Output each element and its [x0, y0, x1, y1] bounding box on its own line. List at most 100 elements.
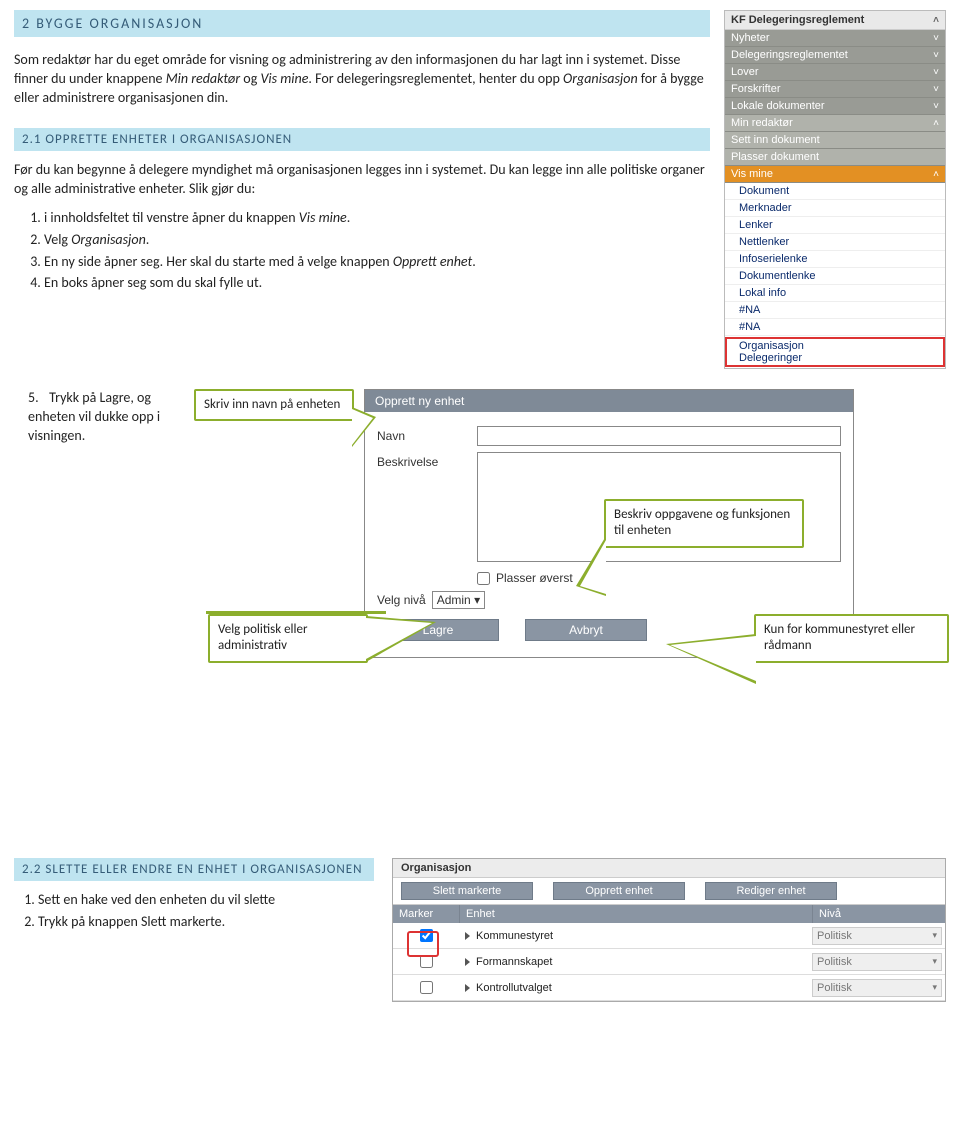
p1b: og [240, 70, 260, 87]
step-4a: En boks åpner seg som du skal fylle ut. [44, 274, 262, 291]
section-21-paragraph: Før du kan begynne å delegere myndighet … [14, 161, 710, 199]
sidebar-label: Lover [731, 66, 759, 78]
sidebar-label: Plasser dokument [731, 151, 819, 163]
sidebar-item-plasser-dokument[interactable]: Plasser dokument [725, 149, 945, 166]
section-21-title: 2.1 OPPRETTE ENHETER I ORGANISASJONEN [14, 128, 710, 151]
callout-text: Velg politisk eller administrativ [218, 622, 308, 653]
sidebar-label: Lokale dokumenter [731, 100, 825, 112]
sidebar-sub-merknader[interactable]: Merknader [725, 200, 945, 217]
sidebar-label: Sett inn dokument [731, 134, 820, 146]
rediger-enhet-button[interactable]: Rediger enhet [705, 882, 837, 900]
navn-input[interactable] [477, 426, 841, 446]
sidebar-sub-lenker[interactable]: Lenker [725, 217, 945, 234]
sidebar-item-delegeringsreglementet[interactable]: Delegeringsreglementet ˅ [725, 47, 945, 64]
row-nivaa-value: Politisk [817, 982, 852, 994]
sidebar-item-sett-inn-dokument[interactable]: Sett inn dokument [725, 132, 945, 149]
navn-label: Navn [377, 426, 477, 443]
callout-tail-icon [366, 616, 436, 662]
callout-beskriv: Beskriv oppgavene og funksjonen til enhe… [604, 499, 804, 548]
sidebar-label: Vis mine [731, 168, 773, 180]
row-nivaa-dropdown[interactable]: Politisk ▾ [812, 979, 942, 997]
step-1: i innholdsfeltet til venstre åpner du kn… [44, 208, 710, 228]
row-enhet: Kontrollutvalget [476, 982, 552, 994]
chevron-down-icon: ˅ [933, 84, 939, 95]
plasser-overst-checkbox[interactable] [477, 572, 490, 585]
org-panel-header: Organisasjon [393, 859, 945, 878]
p1-em3: Organisasjon [563, 70, 638, 87]
expand-icon[interactable] [465, 984, 470, 992]
sidebar-item-lover[interactable]: Lover ˅ [725, 64, 945, 81]
p1c: . For delegeringsreglementet, henter du … [308, 70, 563, 87]
sidebar-sub-na2[interactable]: #NA [725, 319, 945, 336]
sidebar-title-text: KF Delegeringsreglement [731, 14, 864, 26]
callout-text: Beskriv oppgavene og funksjonen til enhe… [614, 507, 790, 538]
sidebar-item-lokale-dokumenter[interactable]: Lokale dokumenter˅ [725, 98, 945, 115]
step-3: En ny side åpner seg. Her skal du starte… [44, 252, 710, 272]
callout-kun-for: Kun for kommunestyret eller rådmann [754, 614, 949, 663]
step-5-text: Trykk på Lagre, og enheten vil dukke opp… [28, 389, 160, 444]
step-5: 5. Trykk på Lagre, og enheten vil dukke … [28, 389, 178, 446]
slett-markerte-button[interactable]: Slett markerte [401, 882, 533, 900]
p1-em2: Vis mine [260, 70, 308, 87]
org-table-header: Marker Enhet Nivå [393, 905, 945, 923]
expand-icon[interactable] [465, 958, 470, 966]
section-22-steps: Sett en hake ved den enheten du vil slet… [38, 891, 374, 932]
sec22-step-1: Sett en hake ved den enheten du vil slet… [38, 891, 374, 910]
step-2em: Organisasjon [71, 231, 146, 248]
sidebar-label: Forskrifter [731, 83, 781, 95]
sidebar-label: Delegeringsreglementet [731, 49, 848, 61]
table-row: Kontrollutvalget Politisk ▾ [393, 975, 945, 1001]
callout-tail-icon [576, 536, 606, 596]
col-marker: Marker [393, 905, 460, 923]
chevron-down-icon: ▾ [932, 956, 937, 967]
chevron-down-icon: ˅ [933, 50, 939, 61]
sidebar-item-nyheter[interactable]: Nyheter˅ [725, 30, 945, 47]
table-row: Kommunestyret Politisk▾ [393, 923, 945, 949]
step-2: Velg Organisasjon. [44, 230, 710, 250]
opprett-enhet-button[interactable]: Opprett enhet [553, 882, 685, 900]
sidebar-item-forskrifter[interactable]: Forskrifter ˅ [725, 81, 945, 98]
callout-text: Kun for kommunestyret eller rådmann [764, 622, 915, 653]
sidebar-sub-lokal-info[interactable]: Lokal info [725, 285, 945, 302]
row-checkbox[interactable] [420, 929, 433, 942]
nivaa-dropdown[interactable]: Admin ▾ [432, 591, 485, 609]
sidebar-item-min-redaktor[interactable]: Min redaktør˄ [725, 115, 945, 132]
section-22-title: 2.2 SLETTE ELLER ENDRE EN ENHET I ORGANI… [14, 858, 374, 881]
sidebar-sub-nettlenker[interactable]: Nettlenker [725, 234, 945, 251]
chevron-down-icon: ▾ [932, 982, 937, 993]
form-header: Opprett ny enhet [365, 390, 853, 412]
expand-icon[interactable] [465, 932, 470, 940]
step-3b: . [472, 253, 476, 270]
step-3a: En ny side åpner seg. Her skal du starte… [44, 253, 393, 270]
row-nivaa-dropdown[interactable]: Politisk▾ [812, 927, 942, 945]
row-checkbox[interactable] [420, 955, 433, 968]
sidebar-sub-organisasjon[interactable]: Organisasjon Delegeringer [725, 337, 945, 367]
callout-tail-icon [666, 634, 756, 684]
sidebar-sub-infoserielenke[interactable]: Infoserielenke [725, 251, 945, 268]
nivaa-value: Admin [437, 593, 471, 607]
section-2-paragraph: Som redaktør har du eget område for visn… [14, 51, 710, 108]
sidebar-sub-dokumentlenke[interactable]: Dokumentlenke [725, 268, 945, 285]
sidebar-sub-na1[interactable]: #NA [725, 302, 945, 319]
chevron-down-icon: ▾ [474, 593, 480, 607]
step-1a: i innholdsfeltet til venstre åpner du kn… [44, 209, 299, 226]
callout-velg-politisk: Velg politisk eller administrativ [208, 614, 368, 663]
step-5-num: 5. [28, 389, 46, 408]
sidebar-sub-dokument[interactable]: Dokument [725, 183, 945, 200]
callout-tail-icon [352, 407, 376, 447]
velg-nivaa-label: Velg nivå [377, 593, 426, 607]
row-enhet: Kommunestyret [476, 930, 553, 942]
sidebar-item-vis-mine[interactable]: Vis mine˄ [725, 166, 945, 183]
step-2a: Velg [44, 231, 71, 248]
row-checkbox[interactable] [420, 981, 433, 994]
chevron-down-icon: ▾ [932, 930, 937, 941]
row-nivaa-dropdown[interactable]: Politisk▾ [812, 953, 942, 971]
section-2-title: 2 BYGGE ORGANISASJON [14, 10, 710, 37]
p1-em1: Min redaktør [166, 70, 240, 87]
avbryt-button[interactable]: Avbryt [525, 619, 647, 641]
step-1em: Vis mine [299, 209, 347, 226]
col-enhet: Enhet [460, 905, 813, 923]
table-row: Formannskapet Politisk▾ [393, 949, 945, 975]
chevron-down-icon: ˅ [933, 67, 939, 78]
col-nivaa: Nivå [813, 905, 945, 923]
